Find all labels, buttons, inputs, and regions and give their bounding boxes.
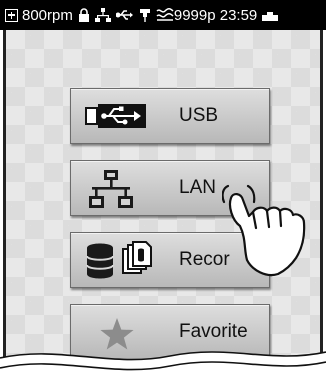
lan-label: LAN	[179, 177, 216, 198]
pin-icon	[139, 8, 151, 22]
lan-icon	[94, 8, 111, 22]
screen-edge-left	[3, 30, 6, 390]
thread-icon	[156, 8, 174, 22]
usb-button[interactable]: USB	[70, 88, 270, 144]
torn-edge	[0, 351, 326, 390]
pointing-hand-icon	[222, 184, 306, 277]
usb-icon	[85, 103, 147, 134]
documents-icon	[121, 241, 153, 282]
usb-label: USB	[179, 105, 219, 126]
status-tail-text: 9999p 23:59	[173, 6, 258, 24]
database-icon	[85, 242, 115, 285]
speed-readout: 800rpm	[22, 6, 73, 24]
lan-icon	[89, 168, 133, 215]
lock-icon	[78, 8, 90, 22]
status-bar: 800rpm 9999p 23:59	[0, 0, 326, 30]
usb-icon	[115, 9, 134, 21]
add-box-icon	[5, 8, 18, 22]
battery-icon	[262, 9, 279, 21]
